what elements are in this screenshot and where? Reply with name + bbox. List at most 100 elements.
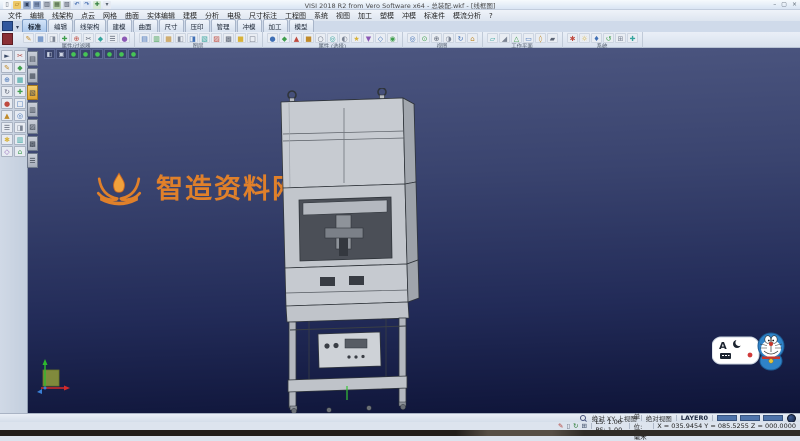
visibility-eye-icon-6[interactable]: ● xyxy=(128,49,139,59)
snap-target-icon[interactable]: ⊕ xyxy=(1,74,13,85)
sheet-icon[interactable]: ▯ xyxy=(566,422,570,430)
view-home-icon[interactable]: ⌂ xyxy=(467,33,478,43)
layer-half-icon[interactable]: ◧ xyxy=(175,33,186,43)
select-ring-icon[interactable]: ◎ xyxy=(327,33,338,43)
face-icon[interactable]: ▲ xyxy=(1,110,13,121)
qat-dropdown-icon[interactable]: ▾ xyxy=(103,1,111,9)
select-half-icon[interactable]: ◐ xyxy=(339,33,350,43)
select-circle-icon[interactable]: ○ xyxy=(315,33,326,43)
save-icon[interactable]: ▣ xyxy=(23,1,31,9)
sketch-pen-icon[interactable]: ✎ xyxy=(1,62,13,73)
plane-tri-icon[interactable]: △ xyxy=(511,33,522,43)
select-point-icon[interactable]: ● xyxy=(267,33,278,43)
list-icon[interactable]: ☰ xyxy=(1,122,13,133)
toolbar-tab[interactable]: 模型 xyxy=(289,19,314,32)
open-file-icon[interactable]: ▱ xyxy=(13,1,21,9)
ime-widget[interactable]: A xyxy=(712,330,790,376)
visibility-eye-icon-1[interactable]: ● xyxy=(68,49,79,59)
trim-scissors-icon[interactable]: ✂ xyxy=(14,50,26,61)
visibility-eye-icon-5[interactable]: ● xyxy=(116,49,127,59)
view-shade-icon[interactable]: ◑ xyxy=(443,33,454,43)
new-file-icon[interactable]: ▯ xyxy=(3,1,11,9)
grid-snap-icon[interactable]: ⊞ xyxy=(581,422,586,430)
plane-rect-icon[interactable]: ▭ xyxy=(523,33,534,43)
panel-hatch-button[interactable]: ▨ xyxy=(27,119,38,134)
panel-wireframe-button[interactable]: ▤ xyxy=(27,51,38,66)
machine-model[interactable] xyxy=(273,88,423,413)
filter-add-icon[interactable]: ✚ xyxy=(59,33,70,43)
toolbar-tab[interactable]: 冲模 xyxy=(237,19,262,32)
visibility-eye-icon-3[interactable]: ● xyxy=(92,49,103,59)
menu-item[interactable]: 模流分析 xyxy=(449,11,485,21)
status-chip-2[interactable] xyxy=(740,415,760,421)
layer-cross-icon[interactable]: ▨ xyxy=(211,33,222,43)
plane-fill-icon[interactable]: ▰ xyxy=(547,33,558,43)
visibility-eye-icon-4[interactable]: ● xyxy=(104,49,115,59)
print-icon[interactable]: ▥ xyxy=(43,1,51,9)
toolbar-tab[interactable]: 尺寸 xyxy=(159,19,184,32)
attribute-pen-icon[interactable]: ✎ xyxy=(23,33,34,43)
system-diamond-icon[interactable]: ♦ xyxy=(591,33,602,43)
copy-icon[interactable]: ▧ xyxy=(63,1,71,9)
layer-hatch-icon[interactable]: ▧ xyxy=(199,33,210,43)
undo-icon[interactable]: ↶ xyxy=(73,1,81,9)
menu-item[interactable]: ? xyxy=(485,12,497,20)
box-icon[interactable]: □ xyxy=(14,98,26,109)
select-arrow-icon[interactable]: ► xyxy=(1,50,13,61)
diamond-icon[interactable]: ◇ xyxy=(1,146,13,157)
plane-diamond-icon[interactable]: ◊ xyxy=(535,33,546,43)
toolbar-tab[interactable]: 编辑 xyxy=(48,19,73,32)
layer-new-icon[interactable]: ▥ xyxy=(151,33,162,43)
half-shade-icon[interactable]: ◨ xyxy=(14,122,26,133)
minimize-button[interactable]: – xyxy=(773,1,776,8)
view-pan-icon[interactable]: ⊕ xyxy=(431,33,442,43)
layer-dense-icon[interactable]: ▩ xyxy=(223,33,234,43)
filter-cut-icon[interactable]: ✂ xyxy=(83,33,94,43)
save-all-icon[interactable]: ▤ xyxy=(33,1,41,9)
status-layer-label[interactable]: LAYER0 xyxy=(681,414,708,422)
panel-hidden-line-button[interactable]: ▧ xyxy=(27,85,38,100)
circle-icon[interactable]: ◎ xyxy=(14,110,26,121)
rotate-icon[interactable]: ↻ xyxy=(1,86,13,97)
ucs-axis-triad[interactable] xyxy=(33,358,75,396)
magnifier-icon[interactable] xyxy=(580,415,586,421)
layer-move-icon[interactable]: ▦ xyxy=(163,33,174,43)
select-face-icon[interactable]: ▲ xyxy=(291,33,302,43)
select-body-icon[interactable]: ■ xyxy=(303,33,314,43)
filter-half-icon[interactable]: ◨ xyxy=(47,33,58,43)
filter-grid-icon[interactable]: ▦ xyxy=(35,33,46,43)
preview-icon[interactable]: ▦ xyxy=(53,1,61,9)
panel-dense-button[interactable]: ▩ xyxy=(27,136,38,151)
workspace-icon[interactable] xyxy=(2,21,13,31)
plane-corner-icon[interactable]: ◢ xyxy=(499,33,510,43)
panel-shaded-button[interactable]: ▦ xyxy=(27,68,38,83)
system-plus-icon[interactable]: ✚ xyxy=(627,33,638,43)
toolbar-tab[interactable]: 加工 xyxy=(263,19,288,32)
toolbar-tab[interactable]: 线架构 xyxy=(74,19,106,32)
menu-item[interactable]: 塑模 xyxy=(376,11,398,21)
add-entity-icon[interactable]: ✚ xyxy=(14,86,26,97)
display-mode-icon[interactable]: ◧ xyxy=(44,49,55,59)
home-view-icon[interactable]: ⌂ xyxy=(14,146,26,157)
layer-table-icon[interactable]: ▤ xyxy=(139,33,150,43)
grid-icon[interactable]: ▥ xyxy=(14,134,26,145)
solid-icon[interactable]: ◆ xyxy=(14,62,26,73)
panel-list-button[interactable]: ☰ xyxy=(27,153,38,168)
view-rotate-icon[interactable]: ↻ xyxy=(455,33,466,43)
filter-target-icon[interactable]: ⊕ xyxy=(71,33,82,43)
filter-list-icon[interactable]: ☰ xyxy=(107,33,118,43)
menu-item[interactable]: 冲模 xyxy=(398,11,420,21)
select-star-icon[interactable]: ★ xyxy=(351,33,362,43)
view-fit-icon[interactable]: ⊙ xyxy=(419,33,430,43)
mesh-icon[interactable]: ▦ xyxy=(14,74,26,85)
toolbar-handle-icon[interactable] xyxy=(2,33,13,45)
system-window-icon[interactable]: ⊞ xyxy=(615,33,626,43)
menu-item[interactable]: 加工 xyxy=(354,11,376,21)
status-chip-3[interactable] xyxy=(763,415,783,421)
layer-off-icon[interactable]: □ xyxy=(247,33,258,43)
panel-section-button[interactable]: ▥ xyxy=(27,102,38,117)
burst-icon[interactable]: ✱ xyxy=(1,134,13,145)
maximize-button[interactable]: ▢ xyxy=(781,1,787,8)
render-mode-icon[interactable]: ▣ xyxy=(56,49,67,59)
refresh-icon[interactable]: ↻ xyxy=(573,422,578,430)
